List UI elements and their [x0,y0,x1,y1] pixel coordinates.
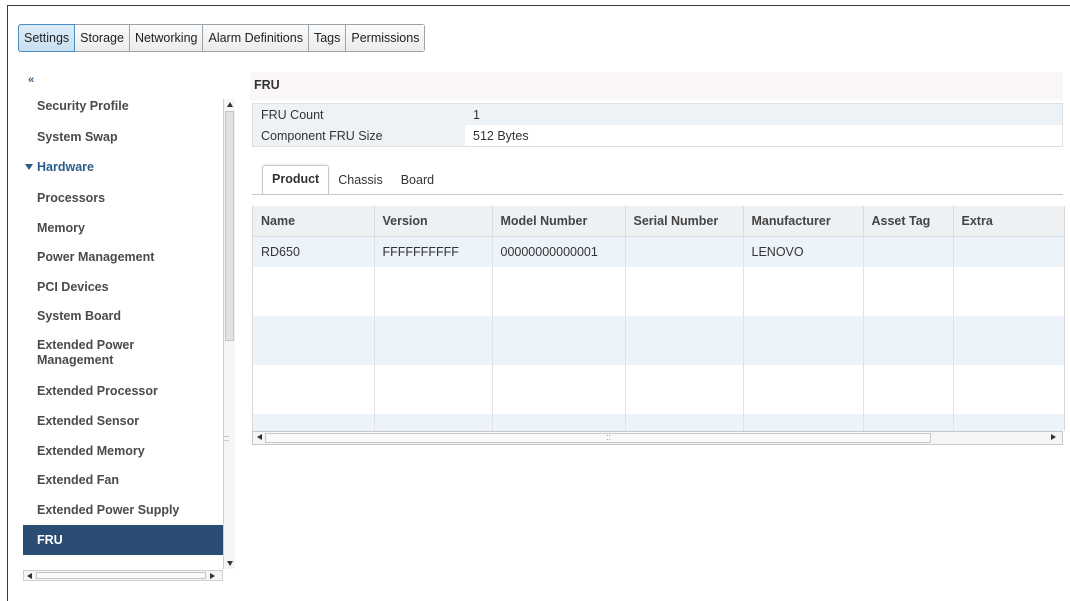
empty-row [253,365,1064,414]
sidebar-item-extended-power-supply[interactable]: Extended Power Supply [23,495,223,525]
info-row: Component FRU Size 512 Bytes [252,125,1063,147]
scroll-right-arrow-icon[interactable] [210,573,215,579]
top-tab-strip: Settings Storage Networking Alarm Defini… [18,24,426,52]
sidebar-item-extended-memory[interactable]: Extended Memory [23,436,223,465]
column-header-name[interactable]: Name [253,206,375,237]
sidebar-item-extended-power-management[interactable]: Extended Power Management [23,330,223,376]
scroll-up-arrow-icon[interactable] [227,102,233,107]
info-value: 512 Bytes [473,128,529,143]
sidebar-hscroll-thumb[interactable] [36,572,206,579]
tab-storage[interactable]: Storage [75,25,130,51]
table-cell: RD650 [253,236,375,267]
sidebar-horizontal-scrollbar[interactable] [23,570,223,581]
table-cell: LENOVO [743,236,864,267]
subtab-board[interactable]: Board [392,167,443,195]
sidebar-item-power-management[interactable]: Power Management [23,241,223,271]
column-header-version[interactable]: Version [374,206,493,237]
tab-alarm-definitions[interactable]: Alarm Definitions [203,25,309,51]
info-row: FRU Count 1 [252,103,1063,125]
scroll-right-arrow-icon[interactable] [1051,434,1056,440]
table-cell [953,236,1064,267]
sidebar-item-system-swap[interactable]: System Swap [23,122,223,152]
tab-tags[interactable]: Tags [308,25,347,51]
column-header-serial-number[interactable]: Serial Number [625,206,744,237]
product-grid: Name Version Model Number Serial Number … [252,206,1065,431]
subtab-chassis[interactable]: Chassis [329,167,391,195]
table-cell: 00000000000001 [492,236,626,267]
table-cell: FFFFFFFFFF [374,236,493,267]
scroll-down-arrow-icon[interactable] [227,561,233,566]
sidebar-vertical-scrollbar[interactable] [223,99,235,569]
sidebar-item-pci-devices[interactable]: PCI Devices [23,271,223,301]
tab-networking[interactable]: Networking [129,25,204,51]
sidebar-item-extended-sensor[interactable]: Extended Sensor [23,406,223,436]
sidebar-item-fru[interactable]: FRU [23,525,223,555]
table-header-row: Name Version Model Number Serial Number … [253,206,1064,237]
collapse-left-icon[interactable]: « [28,74,34,86]
fru-info-table: FRU Count 1 Component FRU Size 512 Bytes [252,103,1063,147]
column-header-extra[interactable]: Extra [953,206,1064,237]
sidebar-group-label: Hardware [37,160,94,174]
window-border-left [7,5,8,601]
sidebar-nav: « Security Profile System Swap Hardware … [23,72,223,569]
sidebar-item-memory[interactable]: Memory [23,212,223,241]
grid-hscroll-thumb[interactable]: :: [265,432,931,443]
sidebar-item-processors[interactable]: Processors [23,182,223,212]
info-value: 1 [465,103,1063,125]
info-label: FRU Count [252,103,465,125]
grip-icon: :: [606,432,612,442]
table-cell [863,236,954,267]
tab-settings[interactable]: Settings [18,24,76,52]
fru-subtabs: Product Chassis Board [262,165,443,195]
sidebar-collapse-row: « [23,72,223,92]
expand-down-icon [25,164,33,170]
main-title-bar: FRU [250,72,1063,100]
grid-horizontal-scrollbar[interactable]: :: [252,431,1063,445]
info-label: Component FRU Size [252,125,465,147]
window-border-top [7,5,1070,6]
empty-row [253,414,1064,431]
sidebar-item-security-profile[interactable]: Security Profile [23,92,223,122]
column-header-model-number[interactable]: Model Number [492,206,626,237]
empty-row [253,267,1064,316]
splitter-grip-icon[interactable]: :: [224,433,229,443]
product-table: Name Version Model Number Serial Number … [253,206,1064,431]
page-title: FRU [254,78,280,92]
column-header-asset-tag[interactable]: Asset Tag [863,206,954,237]
sidebar-scroll-thumb[interactable] [225,111,234,341]
table-cell [625,236,744,267]
column-header-manufacturer[interactable]: Manufacturer [743,206,864,237]
scroll-left-arrow-icon[interactable] [257,434,262,440]
scroll-left-arrow-icon[interactable] [27,573,32,579]
table-row[interactable]: RD650 FFFFFFFFFF 00000000000001 LENOVO [253,236,1064,267]
subtab-divider [252,194,1063,195]
sidebar-group-hardware[interactable]: Hardware [23,152,223,182]
sidebar-item-extended-processor[interactable]: Extended Processor [23,376,223,406]
subtab-product[interactable]: Product [262,165,330,195]
tab-permissions[interactable]: Permissions [346,25,425,51]
empty-row [253,316,1064,365]
sidebar-item-system-board[interactable]: System Board [23,301,223,330]
sidebar-item-extended-fan[interactable]: Extended Fan [23,465,223,495]
